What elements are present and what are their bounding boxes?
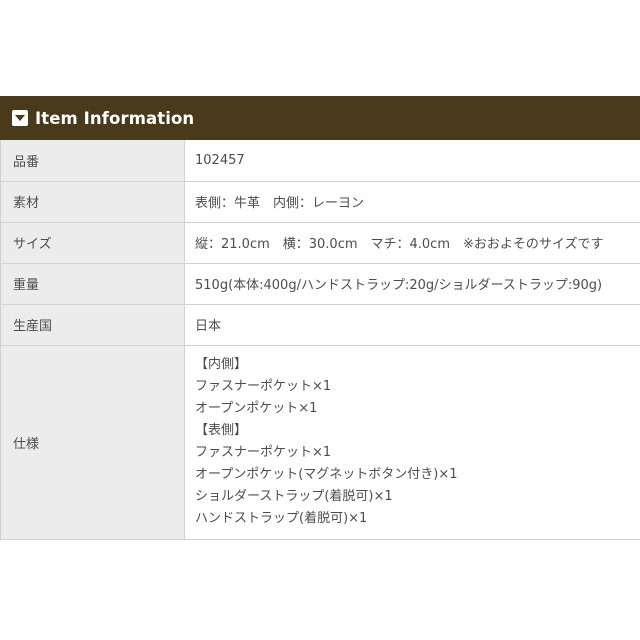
table-row-size: サイズ 縦：21.0cm 横：30.0cm マチ：4.0cm ※おおよそのサイズ… bbox=[0, 222, 640, 264]
item-information-header[interactable]: Item Information bbox=[0, 96, 640, 140]
spec-lines: 【内側】 ファスナーポケット×1 オープンポケット×1 【表側】 ファスナーポケ… bbox=[195, 354, 640, 530]
table-row-country: 生産国 日本 bbox=[0, 304, 640, 346]
table-row-weight: 重量 510g(本体:400g/ハンドストラップ:20g/ショルダーストラップ:… bbox=[0, 263, 640, 305]
row-value: 510g(本体:400g/ハンドストラップ:20g/ショルダーストラップ:90g… bbox=[184, 263, 640, 305]
row-value: 表側：牛革 内側：レーヨン bbox=[184, 181, 640, 223]
spec-line: オープンポケット(マグネットボタン付き)×1 bbox=[195, 467, 458, 482]
spec-line: 【内側】 bbox=[195, 357, 248, 372]
spec-line: ショルダーストラップ(着脱可)×1 bbox=[195, 489, 393, 504]
spec-line: ハンドストラップ(着脱可)×1 bbox=[195, 511, 368, 526]
item-information-table: 品番 102457 素材 表側：牛革 内側：レーヨン サイズ 縦：21.0cm … bbox=[0, 140, 640, 540]
item-information-panel: Item Information 品番 102457 素材 表側：牛革 内側：レ… bbox=[0, 96, 640, 540]
header-title: Item Information bbox=[35, 108, 195, 128]
row-label: 重量 bbox=[0, 263, 185, 305]
table-row-part-number: 品番 102457 bbox=[0, 140, 640, 182]
row-value: 102457 bbox=[184, 140, 640, 182]
spec-line: ファスナーポケット×1 bbox=[195, 379, 332, 394]
collapse-icon[interactable] bbox=[12, 110, 28, 126]
row-value: 縦：21.0cm 横：30.0cm マチ：4.0cm ※おおよそのサイズです bbox=[184, 222, 640, 264]
row-value: 【内側】 ファスナーポケット×1 オープンポケット×1 【表側】 ファスナーポケ… bbox=[184, 345, 640, 540]
spec-line: 【表側】 bbox=[195, 423, 248, 438]
row-label: 品番 bbox=[0, 140, 185, 182]
table-row-spec: 仕様 【内側】 ファスナーポケット×1 オープンポケット×1 【表側】 ファスナ… bbox=[0, 345, 640, 540]
row-label: 素材 bbox=[0, 181, 185, 223]
row-label: サイズ bbox=[0, 222, 185, 264]
row-value: 日本 bbox=[184, 304, 640, 346]
row-label: 生産国 bbox=[0, 304, 185, 346]
spec-line: ファスナーポケット×1 bbox=[195, 445, 332, 460]
spec-line: オープンポケット×1 bbox=[195, 401, 318, 416]
row-label: 仕様 bbox=[0, 345, 185, 540]
table-row-material: 素材 表側：牛革 内側：レーヨン bbox=[0, 181, 640, 223]
